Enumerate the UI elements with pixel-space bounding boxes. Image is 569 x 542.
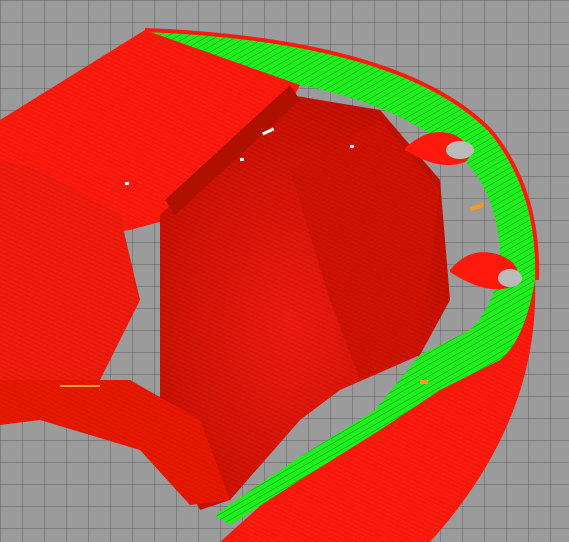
3d-print-preview-viewport[interactable] <box>0 0 569 542</box>
sliced-model-render <box>0 28 540 542</box>
highlight-mark <box>469 202 485 212</box>
